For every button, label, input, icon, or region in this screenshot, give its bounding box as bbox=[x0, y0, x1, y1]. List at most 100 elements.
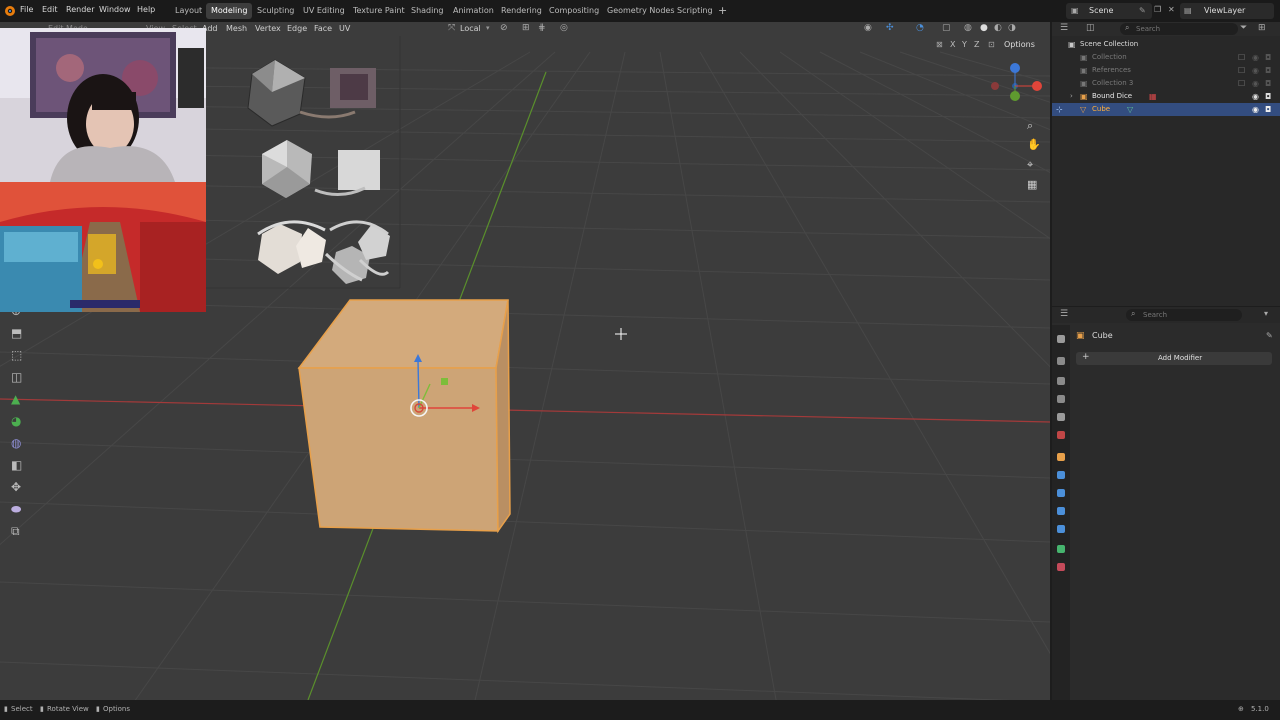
camera-icon[interactable]: ◘ bbox=[1265, 90, 1271, 103]
camera-icon[interactable]: ◘ bbox=[1265, 103, 1271, 116]
display-mode-icon[interactable]: ◫ bbox=[1086, 23, 1095, 33]
view-layer-tab-icon[interactable] bbox=[1057, 395, 1065, 403]
shading-wireframe-icon[interactable]: ◍ bbox=[964, 23, 972, 33]
tool-knife-icon[interactable]: ◕ bbox=[11, 414, 29, 432]
menu-render[interactable]: Render bbox=[66, 5, 94, 14]
tool-extrude-icon[interactable]: ⬒ bbox=[11, 326, 29, 344]
shading-material-icon[interactable]: ◐ bbox=[994, 23, 1002, 33]
tab-scripting[interactable]: Scripting bbox=[672, 3, 718, 19]
ortho-grid-icon[interactable]: ▦ bbox=[1027, 178, 1041, 192]
object-tab-icon[interactable] bbox=[1057, 453, 1065, 461]
tool-smooth-icon[interactable]: ✥ bbox=[11, 480, 29, 498]
tab-texture-paint[interactable]: Texture Paint bbox=[348, 3, 410, 19]
outliner-row-cube[interactable]: ⊹ ▽ Cube ▽ ◉ ◘ bbox=[1052, 103, 1280, 116]
tool-spin-icon[interactable]: ◧ bbox=[11, 458, 29, 476]
checkbox-icon[interactable]: ☐ bbox=[1238, 77, 1245, 90]
eye-icon[interactable]: ◉ bbox=[1252, 90, 1259, 103]
outliner-row-collection-3[interactable]: ▣ Collection 3 ☐ ◉ ◘ bbox=[1052, 77, 1280, 90]
outliner-row-collection[interactable]: ▣ Collection ☐ ◉ ◘ bbox=[1052, 51, 1280, 64]
tab-compositing[interactable]: Compositing bbox=[544, 3, 604, 19]
scene-tab-icon[interactable] bbox=[1057, 413, 1065, 421]
outliner-row-references[interactable]: ▣ References ☐ ◉ ◘ bbox=[1052, 64, 1280, 77]
gizmo-plane-handle[interactable] bbox=[441, 378, 448, 385]
tool-inset-icon[interactable]: ⬚ bbox=[11, 348, 29, 366]
tab-rendering[interactable]: Rendering bbox=[496, 3, 547, 19]
mirror-y-icon[interactable]: Y bbox=[962, 40, 967, 49]
particles-tab-icon[interactable] bbox=[1057, 489, 1065, 497]
properties-search[interactable]: ⌕ Search bbox=[1126, 309, 1242, 321]
viewlayer-selector[interactable]: ▤ ViewLayer bbox=[1180, 3, 1274, 19]
selected-cube[interactable] bbox=[297, 299, 511, 534]
eye-icon[interactable]: ◉ bbox=[1252, 64, 1259, 77]
camera-icon[interactable]: ◘ bbox=[1265, 64, 1271, 77]
zoom-icon[interactable]: ⌕ bbox=[1027, 119, 1041, 133]
tool-tab-icon[interactable] bbox=[1057, 335, 1065, 343]
new-collection-icon[interactable]: ⊞ bbox=[1258, 23, 1266, 33]
add-workspace-icon[interactable]: + bbox=[718, 4, 727, 17]
tool-rip-icon[interactable]: ⧉ bbox=[11, 524, 29, 542]
data-tab-icon[interactable] bbox=[1057, 545, 1065, 553]
menu-edit[interactable]: Edit bbox=[42, 5, 58, 14]
eye-icon[interactable]: ◉ bbox=[1252, 77, 1259, 90]
eye-icon[interactable]: ◉ bbox=[1252, 103, 1259, 116]
menu-window[interactable]: Window bbox=[99, 5, 131, 14]
tool-loopcut-icon[interactable]: ▲ bbox=[11, 392, 29, 410]
mirror-z-icon[interactable]: Z bbox=[974, 40, 979, 49]
menu-mesh[interactable]: Mesh bbox=[226, 24, 247, 33]
camera-icon[interactable]: ◘ bbox=[1265, 51, 1271, 64]
tool-shrink-icon[interactable]: ⬬ bbox=[11, 502, 29, 520]
tab-sculpting[interactable]: Sculpting bbox=[252, 3, 299, 19]
checkbox-icon[interactable]: ☐ bbox=[1238, 51, 1245, 64]
menu-face[interactable]: Face bbox=[314, 24, 332, 33]
expand-chevron-icon[interactable]: › bbox=[1070, 90, 1073, 103]
scene-selector[interactable]: ▣ Scene ✎ bbox=[1066, 3, 1152, 19]
snap-target-icon[interactable]: ⋕ bbox=[538, 23, 546, 33]
pin-icon[interactable]: ✎ bbox=[1266, 331, 1273, 340]
auto-merge-icon[interactable]: ⊡ bbox=[988, 40, 995, 49]
output-tab-icon[interactable] bbox=[1057, 377, 1065, 385]
tab-shading[interactable]: Shading bbox=[406, 3, 449, 19]
physics-tab-icon[interactable] bbox=[1057, 507, 1065, 515]
tab-modeling[interactable]: Modeling bbox=[206, 3, 253, 19]
edit-mode-icon[interactable]: ⊹ bbox=[1056, 103, 1063, 116]
new-scene-icon[interactable]: ❐ bbox=[1154, 5, 1161, 14]
menu-file[interactable]: File bbox=[20, 5, 33, 14]
tab-animation[interactable]: Animation bbox=[448, 3, 499, 19]
tab-geometry-nodes[interactable]: Geometry Nodes bbox=[602, 3, 679, 19]
menu-edge[interactable]: Edge bbox=[287, 24, 307, 33]
mirror-x-icon[interactable]: X bbox=[950, 40, 955, 49]
proportional-edit-icon[interactable]: ◎ bbox=[560, 23, 568, 33]
overlay-toggle-icon[interactable]: ◔ bbox=[916, 23, 924, 33]
visibility-icon[interactable]: ◉ bbox=[864, 23, 872, 33]
outliner-row-bound-dice[interactable]: › ▣ Bound Dice ▦ ◉ ◘ bbox=[1052, 90, 1280, 103]
camera-view-icon[interactable]: ⌖ bbox=[1027, 158, 1041, 172]
options-dropdown[interactable]: Options bbox=[1004, 40, 1035, 49]
eye-icon[interactable]: ◉ bbox=[1252, 51, 1259, 64]
camera-icon[interactable]: ◘ bbox=[1265, 77, 1271, 90]
transform-orientation-dropdown[interactable]: Local bbox=[460, 24, 481, 33]
pivot-icon[interactable]: ⊘ bbox=[500, 23, 508, 33]
material-tab-icon[interactable] bbox=[1057, 563, 1065, 571]
pan-hand-icon[interactable]: ✋ bbox=[1027, 138, 1041, 152]
shading-solid-icon[interactable]: ● bbox=[980, 23, 988, 33]
outliner-row-scene-collection[interactable]: ▣ Scene Collection bbox=[1052, 38, 1280, 51]
world-tab-icon[interactable] bbox=[1057, 431, 1065, 439]
snap-icon[interactable]: ⊞ bbox=[522, 23, 530, 33]
constraints-tab-icon[interactable] bbox=[1057, 525, 1065, 533]
shading-rendered-icon[interactable]: ◑ bbox=[1008, 23, 1016, 33]
chevron-down-icon[interactable]: ▾ bbox=[1264, 309, 1268, 318]
tab-layout[interactable]: Layout bbox=[170, 3, 207, 19]
outliner-search[interactable]: ⌕ Search bbox=[1120, 23, 1238, 35]
editor-type-icon[interactable]: ☰ bbox=[1060, 309, 1068, 319]
menu-help[interactable]: Help bbox=[137, 5, 155, 14]
editor-type-icon[interactable]: ☰ bbox=[1060, 23, 1068, 33]
menu-uv[interactable]: UV bbox=[339, 24, 350, 33]
checkbox-icon[interactable]: ☐ bbox=[1238, 64, 1245, 77]
remove-scene-icon[interactable]: ✕ bbox=[1168, 5, 1175, 14]
modifier-tab-icon[interactable] bbox=[1057, 471, 1065, 479]
render-tab-icon[interactable] bbox=[1057, 357, 1065, 365]
mirror-axis-icon[interactable]: ⊠ bbox=[936, 40, 943, 49]
menu-vertex[interactable]: Vertex bbox=[255, 24, 281, 33]
add-modifier-button[interactable]: + Add Modifier bbox=[1076, 352, 1272, 365]
tool-polybuild-icon[interactable]: ◍ bbox=[11, 436, 29, 454]
